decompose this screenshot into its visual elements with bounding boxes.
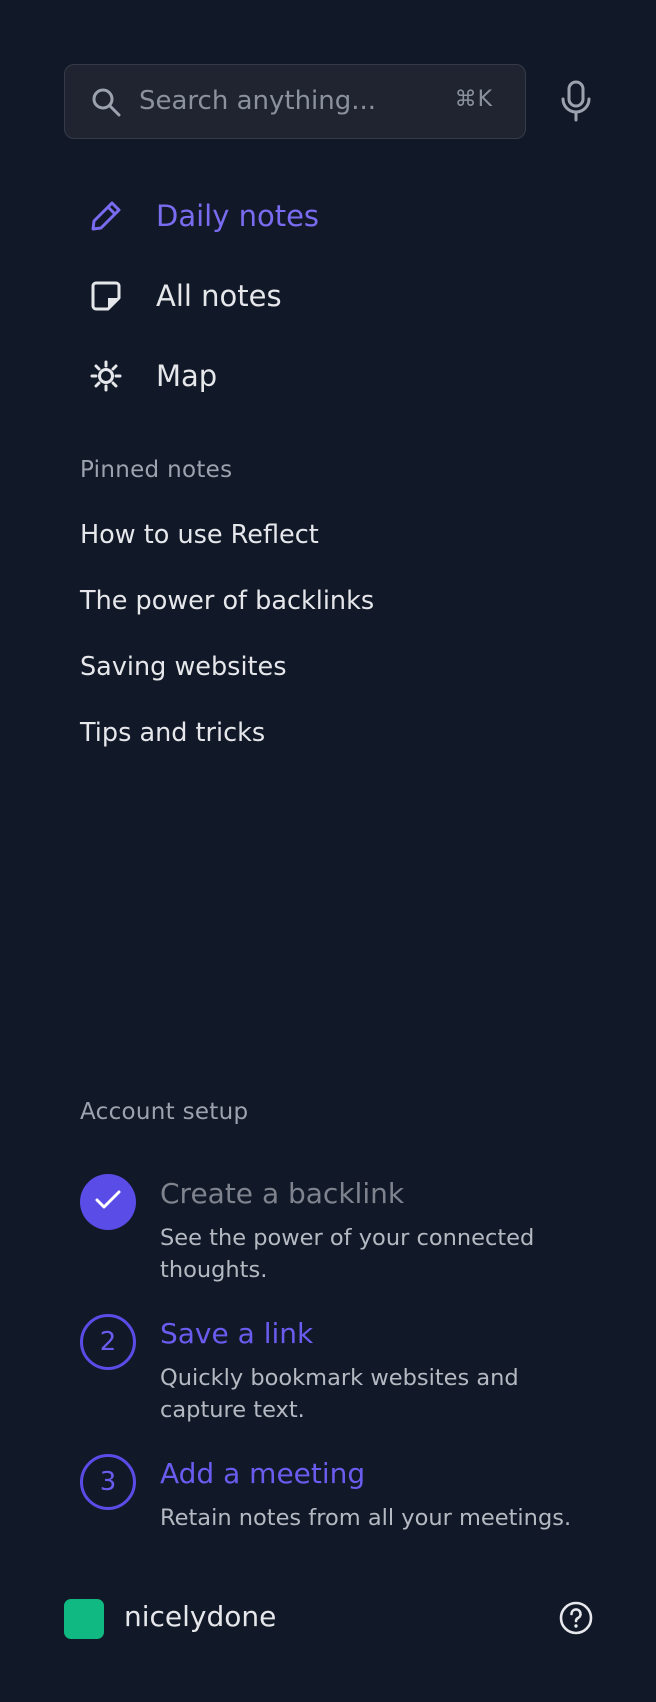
search-box[interactable]: ⌘K	[64, 64, 526, 139]
step-description: Quickly bookmark websites and capture te…	[160, 1365, 519, 1423]
account-setup-heading: Account setup	[80, 1099, 249, 1125]
pinned-notes-heading: Pinned notes	[80, 457, 233, 483]
search-input[interactable]	[139, 65, 439, 137]
help-circle-icon	[558, 1601, 594, 1640]
search-shortcut-hint: ⌘K	[454, 87, 493, 112]
pinned-note-link[interactable]: Tips and tricks	[80, 718, 265, 748]
step-number-marker: 2	[80, 1314, 136, 1370]
help-button[interactable]	[558, 1600, 594, 1636]
step-complete-marker	[80, 1174, 136, 1230]
username[interactable]: nicelydone	[124, 1600, 276, 1633]
step-description: See the power of your connected thoughts…	[160, 1225, 535, 1283]
pinned-note-link[interactable]: How to use Reflect	[80, 520, 319, 550]
step-title[interactable]: Save a link	[160, 1317, 313, 1350]
nav-item-daily-notes[interactable]: Daily notes	[84, 186, 584, 246]
avatar[interactable]	[64, 1599, 104, 1639]
step-title[interactable]: Add a meeting	[160, 1457, 365, 1490]
nav-item-label: Daily notes	[156, 199, 320, 233]
nav-item-all-notes[interactable]: All notes	[84, 266, 584, 326]
pinned-note-link[interactable]: Saving websites	[80, 652, 287, 682]
nav-item-label: Map	[156, 359, 218, 393]
step-number-marker: 3	[80, 1454, 136, 1510]
checkmark-icon	[95, 1189, 121, 1215]
microphone-button[interactable]	[558, 80, 594, 122]
nav-item-label: All notes	[156, 279, 282, 313]
nav-item-map[interactable]: Map	[84, 346, 584, 406]
microphone-icon	[558, 80, 594, 126]
pencil-icon	[84, 194, 128, 238]
note-icon	[84, 274, 128, 318]
step-title[interactable]: Create a backlink	[160, 1177, 404, 1210]
search-icon	[91, 87, 121, 117]
step-description: Retain notes from all your meetings.	[160, 1505, 572, 1531]
sidebar: ⌘K Daily notes All notes	[0, 0, 656, 1702]
sun-map-icon	[84, 354, 128, 398]
pinned-note-link[interactable]: The power of backlinks	[80, 586, 374, 616]
